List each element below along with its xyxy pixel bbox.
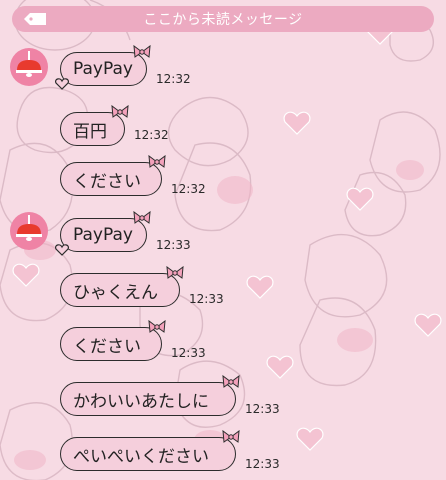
message-time: 12:33 — [189, 292, 224, 306]
bow-icon — [222, 375, 240, 388]
bow-icon — [148, 320, 166, 333]
tag-icon — [24, 13, 46, 25]
message-bubble[interactable]: PayPay — [55, 45, 151, 90]
message-time: 12:32 — [171, 182, 206, 196]
bow-icon — [148, 155, 166, 168]
message-text: PayPay — [73, 59, 133, 79]
message-text: ひゃくえん — [73, 282, 158, 303]
message-bubble[interactable]: PayPay — [55, 211, 151, 256]
message-text: かわいいあたしに — [73, 391, 209, 412]
message-bubble[interactable]: ひゃくえん — [60, 266, 184, 307]
message-text: ください — [73, 171, 141, 192]
message-bubble[interactable]: 百円 — [60, 105, 129, 146]
bow-icon — [133, 211, 151, 224]
lamp-icon — [16, 215, 42, 241]
message-text: PayPay — [73, 225, 133, 245]
sender-avatar[interactable] — [10, 48, 48, 86]
message-bubble[interactable]: ぺいぺいください — [60, 430, 240, 471]
message-time: 12:32 — [134, 128, 169, 142]
unread-messages-banner: ここから未読メッセージ — [12, 6, 434, 32]
message-text: 百円 — [73, 121, 107, 142]
bow-icon — [166, 266, 184, 279]
message-time: 12:33 — [156, 238, 191, 252]
message-bubble[interactable]: ください — [60, 155, 166, 196]
message-time: 12:32 — [156, 72, 191, 86]
heart-tail-icon — [55, 244, 69, 256]
bow-icon — [111, 105, 129, 118]
message-text: ぺいぺいください — [73, 446, 209, 467]
sender-avatar[interactable] — [10, 212, 48, 250]
message-time: 12:33 — [245, 457, 280, 471]
message-text: ください — [73, 336, 141, 357]
heart-tail-icon — [55, 78, 69, 90]
message-bubble[interactable]: かわいいあたしに — [60, 375, 240, 416]
message-time: 12:33 — [171, 346, 206, 360]
lamp-icon — [16, 51, 42, 77]
message-time: 12:33 — [245, 402, 280, 416]
unread-banner-label: ここから未読メッセージ — [143, 12, 303, 28]
bow-icon — [133, 45, 151, 58]
bow-icon — [222, 430, 240, 443]
message-bubble[interactable]: ください — [60, 320, 166, 361]
